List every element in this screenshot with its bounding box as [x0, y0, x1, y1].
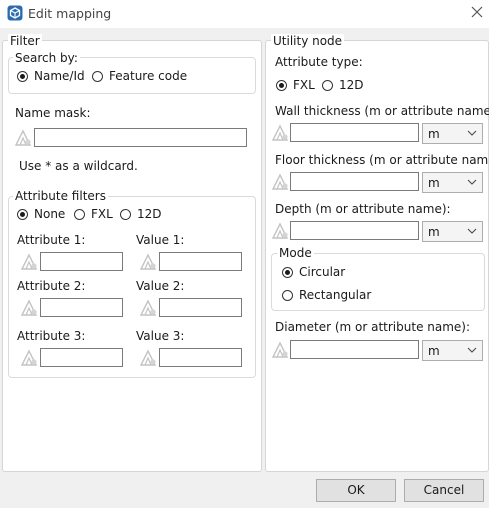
radio-filter-none[interactable]: None: [17, 207, 69, 222]
utility-node-legend: Utility node: [271, 34, 345, 48]
radio-label: Feature code: [109, 69, 188, 83]
radio-mode-rectangular[interactable]: Rectangular: [282, 288, 372, 303]
filter-legend: Filter: [8, 34, 42, 48]
attribute-3-label: Attribute 3:: [17, 329, 86, 343]
radio-filter-fxl[interactable]: FXL: [74, 207, 116, 222]
attribute-picker-icon[interactable]: [20, 348, 39, 367]
diameter-label: Diameter (m or attribute name):: [275, 320, 471, 334]
value-2-input[interactable]: [159, 298, 242, 317]
radio-indicator[interactable]: [74, 209, 85, 220]
radio-indicator[interactable]: [282, 267, 293, 278]
radio-type-12d[interactable]: 12D: [322, 78, 364, 93]
attribute-3-input[interactable]: [40, 348, 123, 367]
value-3-label: Value 3:: [136, 329, 185, 343]
attribute-picker-icon[interactable]: [139, 298, 158, 317]
wall-thickness-unit-select[interactable]: m: [422, 123, 483, 144]
name-mask-label: Name mask:: [15, 106, 91, 120]
depth-unit-select[interactable]: m: [422, 221, 483, 242]
radio-filter-12d[interactable]: 12D: [120, 207, 162, 222]
attribute-picker-icon[interactable]: [271, 221, 290, 240]
radio-label: Circular: [299, 265, 346, 279]
diameter-input[interactable]: [290, 340, 419, 359]
radio-indicator[interactable]: [276, 80, 287, 91]
chevron-down-icon: [467, 130, 477, 136]
ok-button[interactable]: OK: [316, 479, 396, 502]
radio-label: 12D: [137, 207, 162, 221]
value-1-input[interactable]: [159, 252, 242, 271]
window-title: Edit mapping: [28, 6, 112, 21]
attribute-picker-icon[interactable]: [271, 172, 290, 191]
radio-type-fxl[interactable]: FXL: [276, 78, 318, 93]
radio-indicator[interactable]: [17, 71, 28, 82]
floor-thickness-input[interactable]: [290, 172, 419, 191]
radio-indicator[interactable]: [17, 209, 28, 220]
wall-thickness-label: Wall thickness (m or attribute name):: [275, 104, 489, 118]
chevron-down-icon: [467, 179, 477, 185]
attribute-picker-icon[interactable]: [20, 252, 39, 271]
attribute-1-label: Attribute 1:: [17, 233, 86, 247]
chevron-down-icon: [467, 228, 477, 234]
attribute-picker-icon[interactable]: [139, 348, 158, 367]
unit-value: m: [428, 176, 440, 190]
close-icon: [471, 6, 483, 18]
radio-search-feature-code[interactable]: Feature code: [92, 69, 188, 84]
value-2-label: Value 2:: [136, 279, 185, 293]
radio-indicator[interactable]: [92, 71, 103, 82]
depth-label: Depth (m or attribute name):: [275, 202, 451, 216]
name-mask-input[interactable]: [34, 128, 247, 147]
attribute-picker-icon[interactable]: [139, 252, 158, 271]
depth-input[interactable]: [290, 221, 419, 240]
attribute-filters-legend: Attribute filters: [13, 189, 108, 203]
unit-value: m: [428, 127, 440, 141]
floor-thickness-unit-select[interactable]: m: [422, 172, 483, 193]
diameter-unit-select[interactable]: m: [422, 340, 483, 361]
radio-label: FXL: [91, 207, 113, 221]
wildcard-hint: Use * as a wildcard.: [19, 159, 138, 173]
attribute-picker-icon[interactable]: [14, 128, 33, 147]
radio-indicator[interactable]: [322, 80, 333, 91]
value-1-label: Value 1:: [136, 233, 185, 247]
radio-mode-circular[interactable]: Circular: [282, 265, 352, 280]
search-by-legend: Search by:: [13, 51, 80, 65]
mode-legend: Mode: [277, 246, 314, 260]
radio-label: 12D: [339, 78, 364, 92]
attribute-2-label: Attribute 2:: [17, 279, 86, 293]
radio-indicator[interactable]: [282, 290, 293, 301]
radio-label: None: [34, 207, 66, 221]
value-3-input[interactable]: [159, 348, 242, 367]
attribute-picker-icon[interactable]: [271, 340, 290, 359]
floor-thickness-label: Floor thickness (m or attribute name):: [275, 153, 489, 167]
chevron-down-icon: [467, 347, 477, 353]
app-cube-icon: [7, 5, 23, 21]
cancel-button[interactable]: Cancel: [404, 479, 484, 502]
attribute-1-input[interactable]: [40, 252, 123, 271]
close-button[interactable]: [468, 3, 486, 21]
unit-value: m: [428, 344, 440, 358]
radio-indicator[interactable]: [120, 209, 131, 220]
unit-value: m: [428, 225, 440, 239]
radio-label: Name/Id: [34, 69, 85, 83]
attribute-2-input[interactable]: [40, 298, 123, 317]
radio-label: Rectangular: [299, 288, 372, 302]
attribute-type-label: Attribute type:: [275, 55, 363, 69]
wall-thickness-input[interactable]: [290, 123, 419, 142]
attribute-picker-icon[interactable]: [20, 298, 39, 317]
radio-search-name-id[interactable]: Name/Id: [17, 69, 89, 84]
radio-label: FXL: [293, 78, 315, 92]
attribute-picker-icon[interactable]: [271, 123, 290, 142]
